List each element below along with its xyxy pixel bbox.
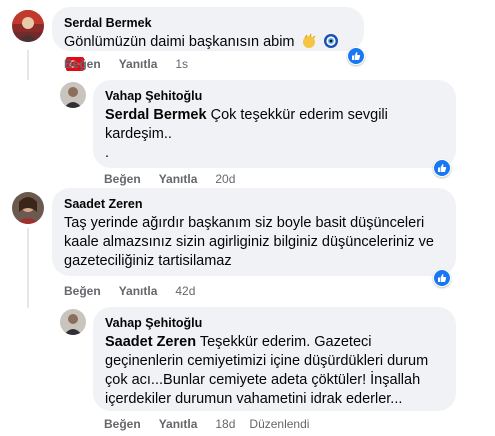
reply-button[interactable]: Yanıtla xyxy=(159,172,198,186)
comment-saadet-zeren: Saadet Zeren Taş yerinde ağırdır başkanı… xyxy=(0,188,495,304)
comment-text-line: . xyxy=(105,145,110,161)
timestamp[interactable]: 1s xyxy=(175,57,188,71)
edited-label[interactable]: Düzenlendi xyxy=(249,417,309,431)
comment-text-line: geçinenlerin cemiyetimizi içine düşürdük… xyxy=(105,353,429,369)
comment-bubble: Saadet Zeren Taş yerinde ağırdır başkanı… xyxy=(52,188,456,276)
comment-text-line: kaale almazsınız sizin agirliginiz bilgi… xyxy=(64,234,434,250)
reply-button[interactable]: Yanıtla xyxy=(119,57,158,71)
comment-text: Serdal Bermek Çok teşekkür ederim sevgil… xyxy=(105,106,444,125)
comment-serdal-bermek: Serdal Bermek Gönlümüzün daimi başkanısı… xyxy=(0,0,495,80)
comment-text-body: Gönlümüzün daimi başkanısın abim xyxy=(64,34,295,50)
mention-link[interactable]: Saadet Zeren xyxy=(105,334,196,350)
avatar[interactable] xyxy=(12,10,44,42)
like-icon xyxy=(434,160,450,176)
like-button[interactable]: Beğen xyxy=(104,172,141,186)
comment-text-body: Çok teşekkür ederim sevgili xyxy=(206,107,388,123)
like-button[interactable]: Beğen xyxy=(104,417,141,431)
avatar[interactable] xyxy=(60,82,86,108)
avatar[interactable] xyxy=(60,309,86,335)
mention-link[interactable]: Serdal Bermek xyxy=(105,107,207,123)
comment-text-body: Teşekkür ederim. Gazeteci xyxy=(196,334,372,350)
clapping-hands-emoji xyxy=(301,33,317,55)
comment-author[interactable]: Vahap Şehitoğlu xyxy=(105,88,444,104)
comment-actions: Beğen Yanıtla 20d xyxy=(104,172,235,186)
like-reaction-badge[interactable] xyxy=(347,47,365,65)
avatar[interactable] xyxy=(12,192,44,224)
like-reaction-badge[interactable] xyxy=(433,269,451,287)
like-button[interactable]: Beğen xyxy=(64,284,101,298)
like-icon xyxy=(348,48,364,64)
reply-button[interactable]: Yanıtla xyxy=(159,417,198,431)
comment-actions: Beğen Yanıtla 1s xyxy=(64,57,188,71)
comment-author[interactable]: Saadet Zeren xyxy=(64,196,444,212)
reply-button[interactable]: Yanıtla xyxy=(119,284,158,298)
timestamp[interactable]: 20d xyxy=(215,172,235,186)
comment-text-line: Taş yerinde ağırdır başkanım siz boyle b… xyxy=(64,215,425,231)
timestamp[interactable]: 18d xyxy=(215,417,235,431)
like-button[interactable]: Beğen xyxy=(64,57,101,71)
comment-actions: Beğen Yanıtla 42d xyxy=(64,284,195,298)
like-icon xyxy=(434,270,450,286)
comment-text-line: içerdekiler durumun vahametini idrak ede… xyxy=(105,391,403,407)
comment-author[interactable]: Vahap Şehitoğlu xyxy=(105,315,444,331)
comment-text: Saadet Zeren Teşekkür ederim. Gazeteci xyxy=(105,333,444,352)
timestamp[interactable]: 42d xyxy=(175,284,195,298)
like-reaction-badge[interactable] xyxy=(433,159,451,177)
reply-vahap-sehitoglu-2: Vahap Şehitoğlu Saadet Zeren Teşekkür ed… xyxy=(0,307,495,436)
reply-vahap-sehitoglu-1: Vahap Şehitoğlu Serdal Bermek Çok teşekk… xyxy=(0,80,495,186)
nazar-bead-emoji xyxy=(323,33,339,55)
comment-actions: Beğen Yanıtla 18d Düzenlendi xyxy=(104,417,309,431)
comment-bubble: Serdal Bermek Gönlümüzün daimi başkanısı… xyxy=(52,7,364,71)
comment-bubble: Vahap Şehitoğlu Saadet Zeren Teşekkür ed… xyxy=(93,307,456,411)
comment-text-line: gazeteciliğiniz tartisilamaz xyxy=(64,253,232,269)
comment-bubble: Vahap Şehitoğlu Serdal Bermek Çok teşekk… xyxy=(93,80,456,168)
comment-text-line: çok acı...Bunlar cemiyete adeta çöktüler… xyxy=(105,372,421,388)
comment-text-line: kardeşim.. xyxy=(105,126,172,142)
comment-author[interactable]: Serdal Bermek xyxy=(64,15,352,31)
